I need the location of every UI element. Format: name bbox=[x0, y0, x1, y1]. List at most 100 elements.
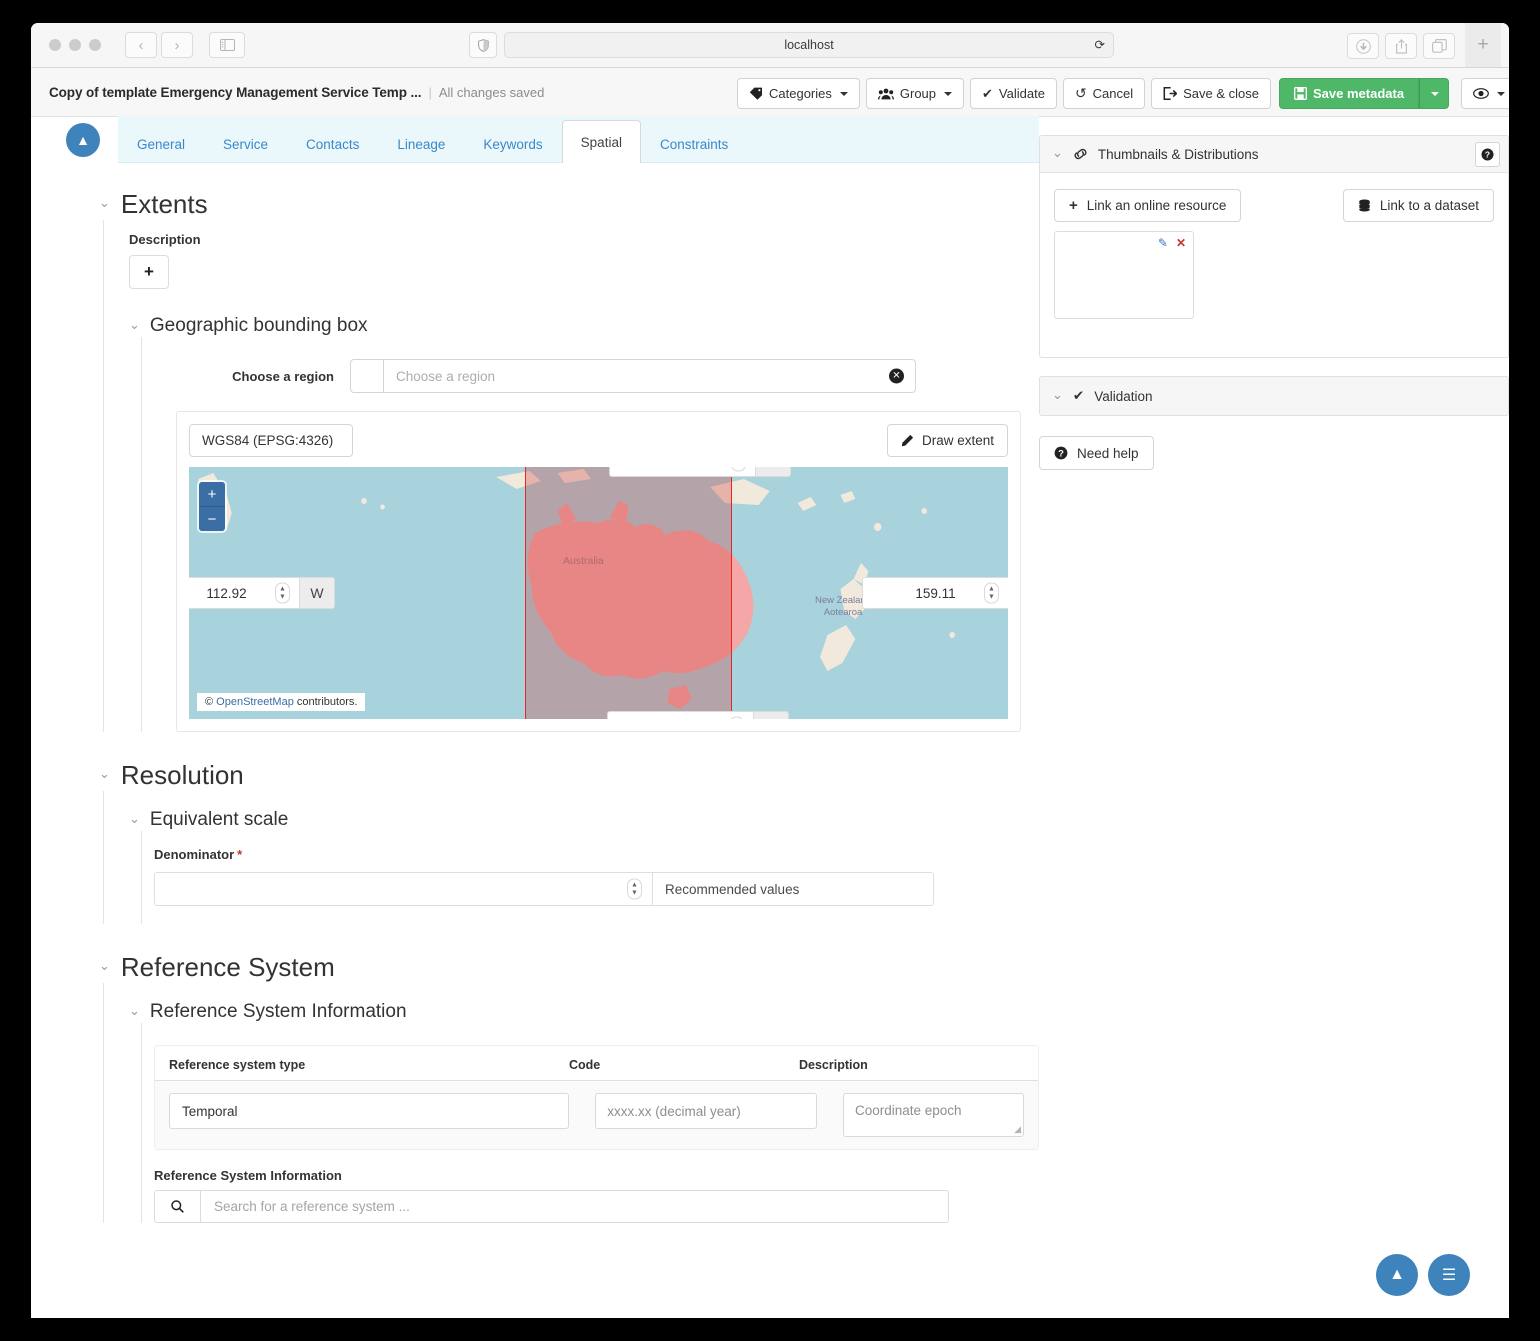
south-bound-input[interactable]: -54.75 ▲▼ bbox=[607, 711, 753, 719]
bbox-section-header[interactable]: ⌄ Geographic bounding box bbox=[129, 315, 1039, 337]
back-chevron-icon[interactable]: ‹ bbox=[125, 32, 157, 58]
tab-lineage[interactable]: Lineage bbox=[378, 124, 464, 163]
share-icon[interactable] bbox=[1385, 33, 1417, 59]
south-bound-control[interactable]: -54.75 ▲▼ S bbox=[607, 711, 789, 719]
south-spinner-icon[interactable]: ▲▼ bbox=[729, 716, 744, 719]
tab-service[interactable]: Service bbox=[204, 124, 287, 163]
document-title: Copy of template Emergency Management Se… bbox=[49, 84, 422, 100]
tab-keywords[interactable]: Keywords bbox=[464, 124, 561, 163]
choose-region-dropdown-toggle[interactable] bbox=[350, 359, 383, 393]
save-and-close-button[interactable]: Save & close bbox=[1151, 78, 1272, 109]
help-icon[interactable]: ? bbox=[1475, 142, 1500, 167]
delete-icon[interactable]: ✕ bbox=[1176, 236, 1186, 250]
table-row: Temporal xxxx.xx (decimal year) Coordina… bbox=[155, 1081, 1038, 1149]
north-bound-input[interactable]: -9.2402 ▲▼ bbox=[609, 467, 755, 477]
view-options-button[interactable] bbox=[1461, 78, 1509, 109]
editor-toolbar: Categories Group ✔ Validate ↺ Cancel Sav… bbox=[737, 78, 1509, 109]
save-metadata-label: Save metadata bbox=[1313, 86, 1405, 101]
denominator-input[interactable]: ▲ ▼ bbox=[154, 872, 653, 906]
sidebar-toggle-icon[interactable] bbox=[209, 32, 245, 58]
crs-label: WGS84 (EPSG:4326) bbox=[202, 433, 334, 448]
tab-contacts[interactable]: Contacts bbox=[287, 124, 378, 163]
choose-region-select-group[interactable]: Choose a region ✕ bbox=[350, 359, 916, 393]
bounding-box-rectangle[interactable] bbox=[525, 467, 732, 719]
map-zoom-controls[interactable]: + − bbox=[199, 482, 225, 531]
east-bound-control[interactable]: 159.11 ▲▼ E bbox=[862, 577, 1008, 609]
east-spinner-icon[interactable]: ▲ ▼ bbox=[984, 582, 999, 604]
new-tab-button[interactable]: + bbox=[1465, 23, 1501, 67]
openstreetmap-link[interactable]: OpenStreetMap bbox=[216, 696, 294, 708]
tab-keywords-label: Keywords bbox=[483, 136, 543, 152]
clear-region-icon[interactable]: ✕ bbox=[889, 368, 904, 384]
add-description-button[interactable]: + bbox=[129, 255, 169, 289]
svg-text:?: ? bbox=[1058, 448, 1064, 459]
reference-system-search-input[interactable]: Search for a reference system ... bbox=[200, 1190, 949, 1223]
reference-system-info-header[interactable]: ⌄ Reference System Information bbox=[129, 1001, 1039, 1023]
tab-lineage-label: Lineage bbox=[397, 136, 446, 152]
extent-map[interactable]: + − Australia New Zealand Aotearoa © Open… bbox=[189, 467, 1008, 719]
close-window-button[interactable] bbox=[49, 39, 61, 51]
scroll-top-tab-button[interactable]: ▲ bbox=[66, 123, 100, 157]
thumbnails-panel-header[interactable]: ⌄ Thumbnails & Distributions ? bbox=[1040, 136, 1508, 173]
resolution-section-header[interactable]: ⌄ Resolution bbox=[31, 732, 1039, 791]
check-icon: ✔ bbox=[1072, 388, 1085, 403]
tab-overview-icon[interactable] bbox=[1423, 33, 1455, 59]
north-bound-control[interactable]: -9.2402 ▲▼ N bbox=[609, 467, 791, 477]
tab-general[interactable]: General bbox=[118, 124, 204, 163]
menu-button[interactable]: ☰ bbox=[1428, 1254, 1470, 1296]
extents-title: Extents bbox=[120, 189, 208, 219]
reference-system-section-header[interactable]: ⌄ Reference System bbox=[31, 924, 1039, 983]
resize-handle-icon[interactable]: ◢ bbox=[1014, 1124, 1021, 1135]
equivalent-scale-header[interactable]: ⌄ Equivalent scale bbox=[129, 809, 1039, 831]
link-dataset-button[interactable]: Link to a dataset bbox=[1342, 189, 1494, 222]
bbox-body: Choose a region Choose a region ✕ WGS84 … bbox=[141, 337, 1039, 732]
address-bar[interactable]: localhost ⟳ bbox=[504, 32, 1114, 58]
zoom-out-button[interactable]: − bbox=[199, 507, 225, 531]
app-header: Copy of template Emergency Management Se… bbox=[31, 68, 1509, 117]
validate-label: Validate bbox=[998, 86, 1045, 101]
denominator-spinner-icon[interactable]: ▲ ▼ bbox=[627, 878, 642, 900]
west-bound-input[interactable]: 112.92 ▲ ▼ bbox=[189, 577, 299, 609]
reload-icon[interactable]: ⟳ bbox=[1095, 37, 1105, 52]
column-header-type: Reference system type bbox=[169, 1058, 306, 1072]
north-spinner-icon[interactable]: ▲▼ bbox=[731, 467, 746, 472]
downloads-icon[interactable] bbox=[1347, 33, 1379, 59]
thumbnail-card[interactable]: ✎ ✕ bbox=[1054, 231, 1194, 319]
zoom-in-button[interactable]: + bbox=[199, 482, 225, 507]
categories-button[interactable]: Categories bbox=[737, 78, 860, 109]
crs-selector-button[interactable]: WGS84 (EPSG:4326) bbox=[189, 424, 354, 457]
need-help-button[interactable]: ? Need help bbox=[1039, 436, 1154, 470]
tab-constraints[interactable]: Constraints bbox=[641, 124, 747, 163]
forward-chevron-icon[interactable]: › bbox=[161, 32, 193, 58]
validation-panel-header[interactable]: ⌄ ✔ Validation bbox=[1039, 376, 1509, 416]
cancel-button[interactable]: ↺ Cancel bbox=[1062, 78, 1146, 109]
address-bar-text: localhost bbox=[784, 38, 834, 52]
recommended-values-select[interactable]: Recommended values bbox=[653, 872, 934, 906]
save-metadata-button[interactable]: Save metadata bbox=[1279, 78, 1420, 109]
column-header-code: Code bbox=[569, 1058, 601, 1072]
maximize-window-button[interactable] bbox=[89, 39, 101, 51]
attribution-suffix: contributors. bbox=[296, 696, 358, 708]
tab-spatial[interactable]: Spatial bbox=[561, 120, 641, 163]
validate-button[interactable]: ✔ Validate bbox=[970, 78, 1057, 109]
validation-panel-title: Validation bbox=[1094, 388, 1153, 404]
draw-extent-button[interactable]: Draw extent bbox=[886, 424, 1008, 457]
link-online-resource-button[interactable]: + Link an online resource bbox=[1054, 189, 1242, 222]
reference-system-description-textarea[interactable]: Coordinate epoch ◢ bbox=[842, 1093, 1024, 1137]
choose-region-input[interactable]: Choose a region ✕ bbox=[383, 359, 916, 393]
minimize-window-button[interactable] bbox=[69, 39, 81, 51]
extents-section-header[interactable]: ⌄ Extents bbox=[31, 163, 1039, 220]
west-bound-control[interactable]: 112.92 ▲ ▼ W bbox=[189, 577, 335, 609]
scroll-to-top-button[interactable]: ▲ bbox=[1376, 1254, 1418, 1296]
reference-system-code-input[interactable]: xxxx.xx (decimal year) bbox=[595, 1093, 817, 1129]
search-icon[interactable] bbox=[154, 1190, 200, 1223]
east-bound-input[interactable]: 159.11 ▲ ▼ bbox=[862, 577, 1008, 609]
edit-icon[interactable]: ✎ bbox=[1158, 236, 1168, 250]
denominator-label-text: Denominator bbox=[154, 847, 235, 862]
reference-system-type-select[interactable]: Temporal bbox=[169, 1093, 570, 1129]
save-metadata-dropdown[interactable] bbox=[1419, 78, 1450, 109]
group-button[interactable]: Group bbox=[865, 78, 965, 109]
privacy-shield-icon[interactable] bbox=[469, 32, 497, 58]
west-spinner-icon[interactable]: ▲ ▼ bbox=[275, 582, 290, 604]
window-controls[interactable] bbox=[31, 39, 101, 51]
